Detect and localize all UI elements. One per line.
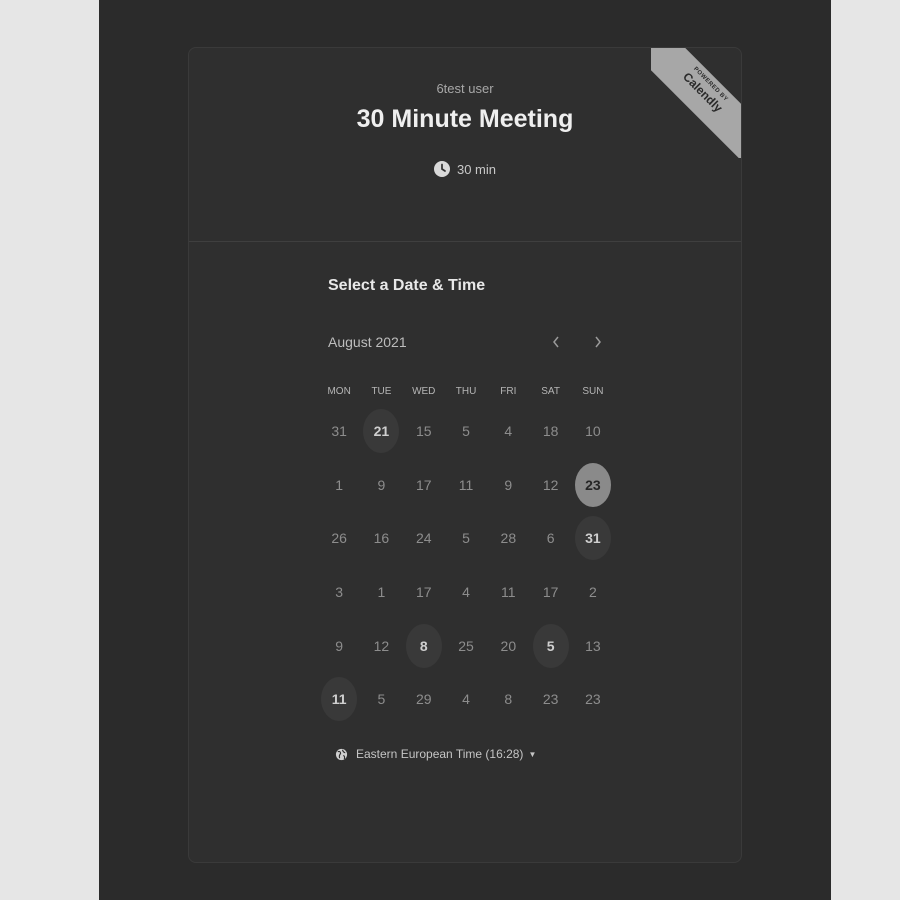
- calendar-day[interactable]: 8: [405, 624, 442, 668]
- calendar-day: 3: [335, 584, 344, 600]
- calendar-day: 25: [458, 638, 474, 654]
- calendar-day: 5: [462, 530, 470, 546]
- calendar-day: 10: [585, 423, 601, 439]
- calendar-day: 23: [542, 691, 559, 707]
- calendar-day: 13: [585, 638, 601, 654]
- calendar-day: 18: [542, 423, 559, 439]
- calendar-day: 31: [331, 423, 347, 439]
- duration-label: 30 min: [456, 161, 497, 177]
- globe-icon: [335, 748, 348, 760]
- weekday-label: MON: [327, 386, 351, 397]
- section-title: Select a Date & Time: [328, 277, 486, 294]
- calendar-day: 16: [373, 530, 390, 546]
- calendar-day: 12: [542, 477, 559, 493]
- calendar-day[interactable]: 5: [532, 624, 569, 668]
- calendar-day: 26: [331, 530, 347, 546]
- calendar-day[interactable]: 11: [321, 677, 358, 721]
- weekday-header: MON TUE WED THU FRI SAT SUN: [318, 386, 614, 397]
- previous-month-button[interactable]: [544, 330, 568, 354]
- month-label: August 2021: [328, 334, 407, 350]
- duration-info: 30 min: [189, 161, 741, 177]
- calendar-day: 4: [462, 584, 470, 600]
- calendar-day: 23: [585, 691, 601, 707]
- powered-by-ribbon[interactable]: POWERED BY Calendly: [651, 48, 741, 158]
- chevron-right-icon: [595, 336, 601, 348]
- chevron-left-icon: [553, 336, 559, 348]
- calendar-day: 6: [546, 530, 555, 546]
- calendar-day: 8: [504, 691, 513, 707]
- timezone-selector[interactable]: Eastern European Time (16:28) ▼: [335, 747, 536, 761]
- calendar-day: 11: [458, 477, 474, 493]
- weekday-label: WED: [412, 386, 436, 397]
- clock-icon: [433, 161, 450, 177]
- calendar-day: 12: [373, 638, 390, 654]
- calendar-day: 11: [501, 584, 516, 600]
- calendar-week-row: 1 9 17 11 9 12 23: [318, 463, 614, 507]
- event-header: 6test user 30 Minute Meeting 30 min POWE…: [189, 48, 741, 242]
- calendar-day: 28: [500, 530, 517, 546]
- calendar-day: 1: [377, 584, 386, 600]
- calendar-day: 9: [377, 477, 386, 493]
- calendar-day: 5: [462, 423, 470, 439]
- calendar-day: 24: [415, 530, 432, 546]
- calendar-day[interactable]: 31: [574, 516, 611, 560]
- booking-card: 6test user 30 Minute Meeting 30 min POWE…: [188, 47, 742, 863]
- caret-down-icon: ▼: [528, 749, 537, 759]
- weekday-label: FRI: [500, 386, 517, 397]
- calendar-day: 5: [377, 691, 386, 707]
- calendar-day: 17: [542, 584, 559, 600]
- calendar-day[interactable]: 21: [363, 409, 400, 453]
- calendar-day[interactable]: 23: [574, 463, 611, 507]
- next-month-button[interactable]: [586, 330, 610, 354]
- calendar-day: 2: [589, 584, 597, 600]
- weekday-label: SAT: [541, 386, 560, 397]
- calendar-day: 29: [415, 691, 432, 707]
- calendar-week-row: 9 12 8 25 20 5 13: [318, 624, 614, 668]
- weekday-label: TUE: [371, 386, 392, 397]
- calendar-day: 20: [500, 638, 517, 654]
- calendar-week-row: 31 21 15 5 4 18 10: [318, 409, 614, 453]
- calendar-day: 17: [415, 477, 432, 493]
- calendar-day: 1: [335, 477, 344, 493]
- calendar-day: 4: [504, 423, 513, 439]
- weekday-label: SUN: [582, 386, 604, 397]
- weekday-label: THU: [455, 386, 477, 397]
- calendar-week-row: 11 5 29 4 8 23 23: [318, 677, 614, 721]
- calendar-day: 17: [415, 584, 432, 600]
- timezone-label: Eastern European Time (16:28): [356, 747, 524, 761]
- calendar-day: 9: [504, 477, 513, 493]
- calendar-day: 9: [335, 638, 344, 654]
- calendar-day: 15: [415, 423, 432, 439]
- calendar-day: 4: [462, 691, 470, 707]
- calendar-week-row: 3 1 17 4 11 17 2: [318, 570, 614, 614]
- calendar-week-row: 26 16 24 5 28 6 31: [318, 516, 614, 560]
